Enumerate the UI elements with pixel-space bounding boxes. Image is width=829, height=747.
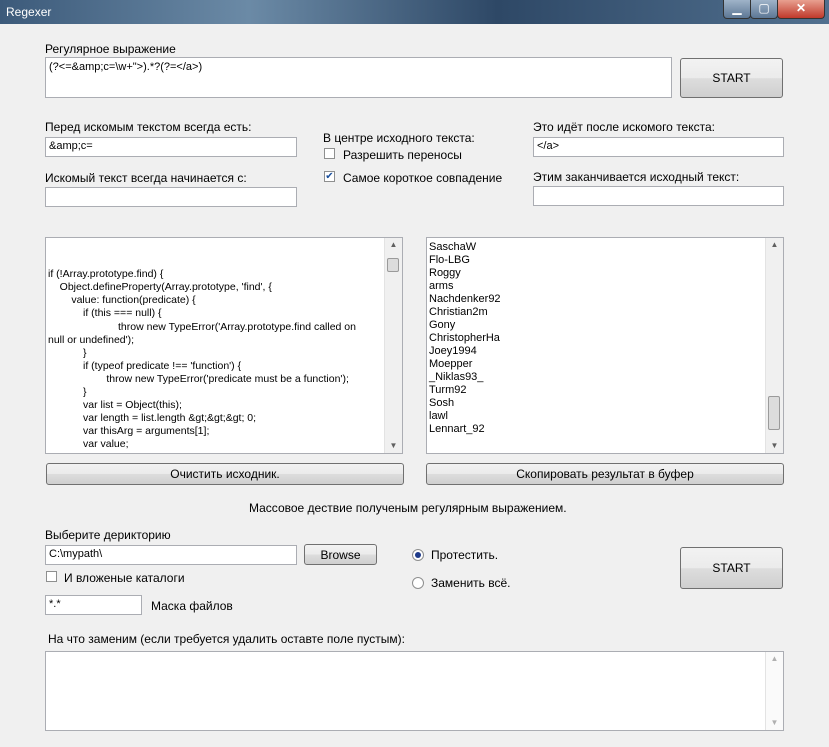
title-bar: Regexer ▁ ▢ ✕: [0, 0, 829, 24]
starts-with-label: Искомый текст всегда начинается с:: [45, 171, 247, 185]
mass-start-button[interactable]: START: [680, 547, 783, 589]
result-item: Gony: [429, 319, 456, 331]
source-line: throw new TypeError('predicate must be a…: [48, 372, 349, 385]
scroll-thumb[interactable]: [768, 396, 780, 430]
allow-wrap-label: Разрешить переносы: [343, 148, 462, 162]
after-label: Это идёт после искомого текста:: [533, 120, 715, 134]
source-line: var thisArg = arguments[1];: [48, 425, 210, 438]
result-item: Flo-LBG: [429, 254, 470, 266]
ends-with-label: Этим заканчивается исходный текст:: [533, 170, 740, 184]
result-list: SaschaW Flo-LBG Roggy arms Nachdenker92 Chris…: [429, 241, 501, 436]
ends-with-input[interactable]: [533, 186, 784, 206]
replace-label: На что заменим (если требуется удалить о…: [48, 632, 405, 646]
directory-label: Выберите дерикторию: [45, 528, 171, 542]
result-item: Roggy: [429, 267, 461, 279]
result-item: Lennart_92: [429, 423, 485, 435]
scroll-up-arrow-icon[interactable]: ▲: [766, 652, 783, 666]
result-item: _Niklas93_: [429, 371, 484, 383]
source-line: var length = list.length &gt;&gt;&gt; 0;: [48, 412, 257, 425]
directory-input[interactable]: C:\mypath\: [45, 545, 297, 565]
subdirs-label: И вложеные каталоги: [64, 571, 185, 585]
window-title: Regexer: [6, 5, 52, 19]
source-line: }: [48, 346, 87, 359]
replace-scrollbar[interactable]: ▲ ▼: [765, 652, 783, 730]
source-code: if (!Array.prototype.find) { Object.defi…: [48, 242, 356, 452]
result-item: lawl: [429, 410, 448, 422]
maximize-button[interactable]: ▢: [750, 0, 778, 19]
source-line: value: function(predicate) {: [48, 294, 196, 307]
scroll-up-arrow-icon[interactable]: ▲: [385, 238, 402, 252]
replace-all-radio-label: Заменить всё.: [431, 576, 511, 590]
copy-result-button[interactable]: Скопировать результат в буфер: [426, 463, 784, 485]
file-mask-label: Маска файлов: [151, 599, 233, 613]
scroll-down-arrow-icon[interactable]: ▼: [766, 439, 783, 453]
source-line: if (this === null) {: [48, 307, 162, 320]
source-line: [48, 242, 356, 255]
source-line: if (typeof predicate !== 'function') {: [48, 359, 242, 372]
source-textarea[interactable]: if (!Array.prototype.find) { Object.defi…: [45, 237, 403, 454]
result-item: SaschaW: [429, 241, 477, 253]
regex-start-button[interactable]: START: [680, 58, 783, 98]
scroll-down-arrow-icon[interactable]: ▼: [385, 439, 402, 453]
scroll-down-arrow-icon[interactable]: ▼: [766, 716, 783, 730]
mass-action-title: Массовое дествие полученым регулярным вы…: [249, 501, 567, 515]
result-scrollbar[interactable]: ▲ ▼: [765, 238, 783, 453]
source-line: null or undefined');: [48, 333, 135, 346]
regex-input[interactable]: (?<=&amp;c=\w+">).*?(?=</a>): [45, 57, 672, 98]
before-label: Перед искомым текстом всегда есть:: [45, 120, 252, 134]
result-item: Turm92: [429, 384, 467, 396]
test-radio[interactable]: [412, 549, 424, 561]
scroll-thumb[interactable]: [387, 258, 399, 272]
shortest-match-label: Самое короткое совпадение: [343, 171, 503, 185]
starts-with-input[interactable]: [45, 187, 297, 207]
after-input[interactable]: </a>: [533, 137, 784, 157]
replace-textarea[interactable]: ▲ ▼: [45, 651, 784, 731]
result-item: Moepper: [429, 358, 473, 370]
source-line: [48, 255, 356, 268]
file-mask-input[interactable]: *.*: [45, 595, 142, 615]
minimize-button[interactable]: ▁: [723, 0, 751, 19]
center-label: В центре исходного текста:: [323, 131, 475, 145]
source-scrollbar[interactable]: ▲ ▼: [384, 238, 402, 453]
result-item: arms: [429, 280, 454, 292]
shortest-match-checkbox[interactable]: ✔: [324, 171, 335, 182]
result-item: Joey1994: [429, 345, 477, 357]
result-item: Sosh: [429, 397, 455, 409]
subdirs-checkbox[interactable]: [46, 571, 57, 582]
regex-label: Регулярное выражение: [45, 42, 176, 56]
result-item: Nachdenker92: [429, 293, 501, 305]
source-line: var list = Object(this);: [48, 399, 182, 412]
source-line: var value;: [48, 438, 129, 451]
allow-wrap-checkbox[interactable]: [324, 148, 335, 159]
clear-source-button[interactable]: Очистить исходник.: [46, 463, 404, 485]
source-line: }: [48, 386, 87, 399]
browse-button[interactable]: Browse: [304, 544, 377, 565]
before-input[interactable]: &amp;c=: [45, 137, 297, 157]
result-textarea[interactable]: SaschaW Flo-LBG Roggy arms Nachdenker92 Chris…: [426, 237, 784, 454]
result-item: Christian2m: [429, 306, 488, 318]
source-line: if (!Array.prototype.find) {: [48, 268, 164, 281]
replace-all-radio[interactable]: [412, 577, 424, 589]
result-item: ChristopherHa: [429, 332, 500, 344]
source-line: Object.defineProperty(Array.prototype, '…: [48, 281, 272, 294]
source-line: throw new TypeError('Array.prototype.fin…: [48, 320, 356, 333]
test-radio-label: Протестить.: [431, 548, 499, 562]
close-button[interactable]: ✕: [777, 0, 825, 19]
scroll-up-arrow-icon[interactable]: ▲: [766, 238, 783, 252]
